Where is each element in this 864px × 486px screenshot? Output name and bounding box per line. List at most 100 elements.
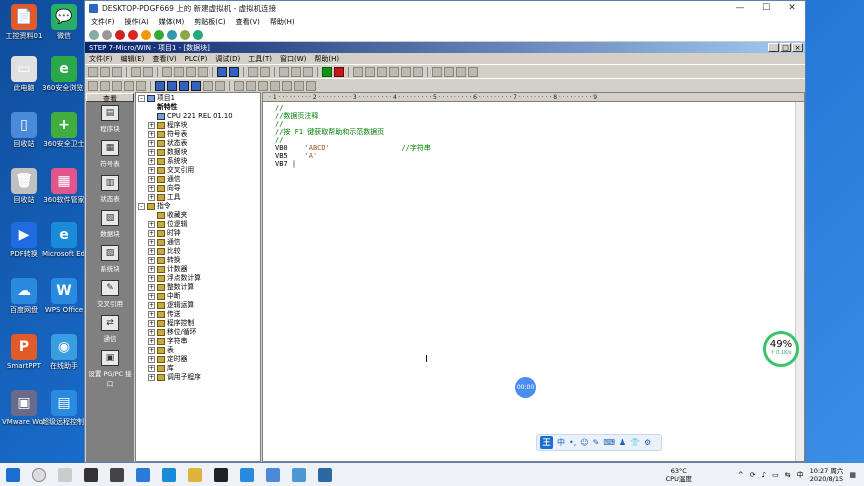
line-down-icon[interactable] [234,80,244,91]
tree-item[interactable]: + 传送 [136,310,260,319]
tree-item[interactable]: + 程序控制 [136,319,260,328]
tree-item[interactable]: + 程序块 [136,121,260,130]
revert-icon[interactable] [193,29,203,40]
ime-emoji-icon[interactable]: ☺ [580,438,588,447]
unforce-all-icon[interactable] [456,66,466,77]
pause-status-icon[interactable] [377,66,387,77]
shutdown-icon[interactable] [128,29,138,40]
notification-icon[interactable]: ▦ [849,471,856,479]
desktop-icon[interactable]: ▶ PDF转换 [2,222,46,258]
checkpoint-icon[interactable] [180,29,190,40]
ime-keyboard-icon[interactable]: ⌨ [603,438,615,447]
tree-item[interactable]: 收藏夹 [136,211,260,220]
toggle-bookmark-icon[interactable] [124,80,134,91]
menu-debug[interactable]: 调试(D) [215,54,240,64]
read-forced-icon[interactable] [468,66,478,77]
nav-system-block[interactable]: ▨ 系统块 [86,242,134,277]
tree-expander-icon[interactable]: + [148,275,155,282]
next-bookmark-icon[interactable] [136,80,146,91]
tree-item[interactable]: + 时钟 [136,229,260,238]
tree-expander-icon[interactable]: + [148,185,155,192]
preview-icon[interactable] [143,66,153,77]
program-status-icon[interactable] [353,66,363,77]
vm-menu-clipboard[interactable]: 剪贴板(C) [194,17,225,27]
maximize-button[interactable]: ☐ [753,3,779,13]
vm-menu-media[interactable]: 媒体(M) [159,17,185,27]
code-area[interactable]: ////数据页注释////按 F1 键获取帮助和示范数据页//VB0 'ABCD… [263,102,804,168]
cpu-temp-widget[interactable]: 63°C CPU温度 [666,467,692,483]
lad-icon[interactable] [155,80,165,91]
step7-close-button[interactable]: × [792,43,803,52]
tray-ime-icon[interactable]: 中 [797,470,804,480]
desktop-icon[interactable]: ▣ VMware Workstati... [2,390,46,426]
tree-expander-icon[interactable]: + [148,356,155,363]
step7-title-bar[interactable]: STEP 7-Micro/WIN - 项目1 - [数据块] _ □ × [85,42,805,53]
coils-icon[interactable] [294,80,304,91]
ime-handwrite-icon[interactable]: ✎ [593,438,600,447]
line-left-icon[interactable] [258,80,268,91]
start-button-icon[interactable] [6,467,20,482]
tree-expander-icon[interactable]: + [148,248,155,255]
ime-toolbar[interactable]: 王 中 •, ☺ ✎ ⌨ ♟ 👕 ⚙ [536,434,662,451]
desktop-icon[interactable]: W WPS Office [42,278,86,314]
unforce-icon[interactable] [444,66,454,77]
tree-expander-icon[interactable]: + [148,239,155,246]
download-icon[interactable] [260,66,270,77]
sort-desc-icon[interactable] [291,66,301,77]
vm-menu-action[interactable]: 操作(A) [125,17,149,27]
tree-item[interactable]: + 位逻辑 [136,220,260,229]
vm-menu-file[interactable]: 文件(F) [91,17,115,27]
tree-item[interactable]: + 向导 [136,184,260,193]
desktop-icon[interactable]: P SmartPPT [2,334,46,370]
tree-item[interactable]: + 通信 [136,238,260,247]
tree-expander-icon[interactable]: + [148,338,155,345]
paste-icon[interactable] [186,66,196,77]
vertical-scrollbar[interactable] [795,102,804,461]
desktop-icon[interactable]: e 360安全浏览器 [42,56,86,92]
menu-edit[interactable]: 编辑(E) [121,54,145,64]
options-icon[interactable] [303,66,313,77]
tree-expander-icon[interactable]: + [148,284,155,291]
tray-network-icon[interactable]: ⇆ [785,471,791,479]
vm-menu-view[interactable]: 查看(V) [236,17,260,27]
network-insert-icon[interactable] [88,80,98,91]
store-icon[interactable] [214,467,228,482]
tree-item[interactable]: + 定时器 [136,355,260,364]
tree-expander-icon[interactable]: + [148,374,155,381]
tree-expander-icon[interactable]: + [148,176,155,183]
code-line[interactable]: //数据页注释 [275,112,804,120]
tree-item[interactable]: + 调用子程序 [136,373,260,382]
write-all-icon[interactable] [413,66,423,77]
stl-icon[interactable] [167,80,177,91]
tree-item[interactable]: + 状态表 [136,139,260,148]
vm-connect-icon[interactable] [318,467,332,482]
code-line[interactable]: // [275,120,804,128]
ime-settings-icon[interactable]: ⚙ [644,438,651,447]
print-icon[interactable] [131,66,141,77]
contact-icon[interactable] [191,80,201,91]
desktop-icon[interactable]: ▭ 此电脑 [2,56,46,92]
tree-expander-icon[interactable]: + [148,140,155,147]
app-icon[interactable] [110,467,124,482]
desktop-icon[interactable]: 🗑 回收站 [2,168,46,204]
ime-skin-icon[interactable]: 👕 [630,438,640,447]
tree-item[interactable]: CPU 221 REL 01.10 [136,112,260,121]
desktop-icon[interactable]: ☁ 百度网盘 [2,278,46,314]
clock[interactable]: 10:27 周六 2020/8/15 [810,467,844,483]
tree-item[interactable]: + 转换 [136,256,260,265]
turn-off-icon[interactable] [115,29,125,40]
tree-item[interactable]: + 交叉引用 [136,166,260,175]
ime-punct-icon[interactable]: •, [569,438,576,447]
app-icon[interactable] [266,467,280,482]
new-icon[interactable] [88,66,98,77]
tree-expander-icon[interactable]: + [148,131,155,138]
tree-item[interactable]: + 移位/循环 [136,328,260,337]
pause-icon[interactable] [154,29,164,40]
tree-item[interactable]: + 中断 [136,292,260,301]
record-timer[interactable]: 00:00 [515,377,536,398]
minimize-button[interactable]: — [727,3,753,13]
tray-refresh-icon[interactable]: ⟳ [750,471,756,479]
vm-connection-window[interactable]: DESKTOP-PDGF669 上的 新建虚拟机 - 虚拟机连接 — ☐ ✕ 文… [84,0,806,463]
sort-asc-icon[interactable] [279,66,289,77]
contacts-icon[interactable] [282,80,292,91]
